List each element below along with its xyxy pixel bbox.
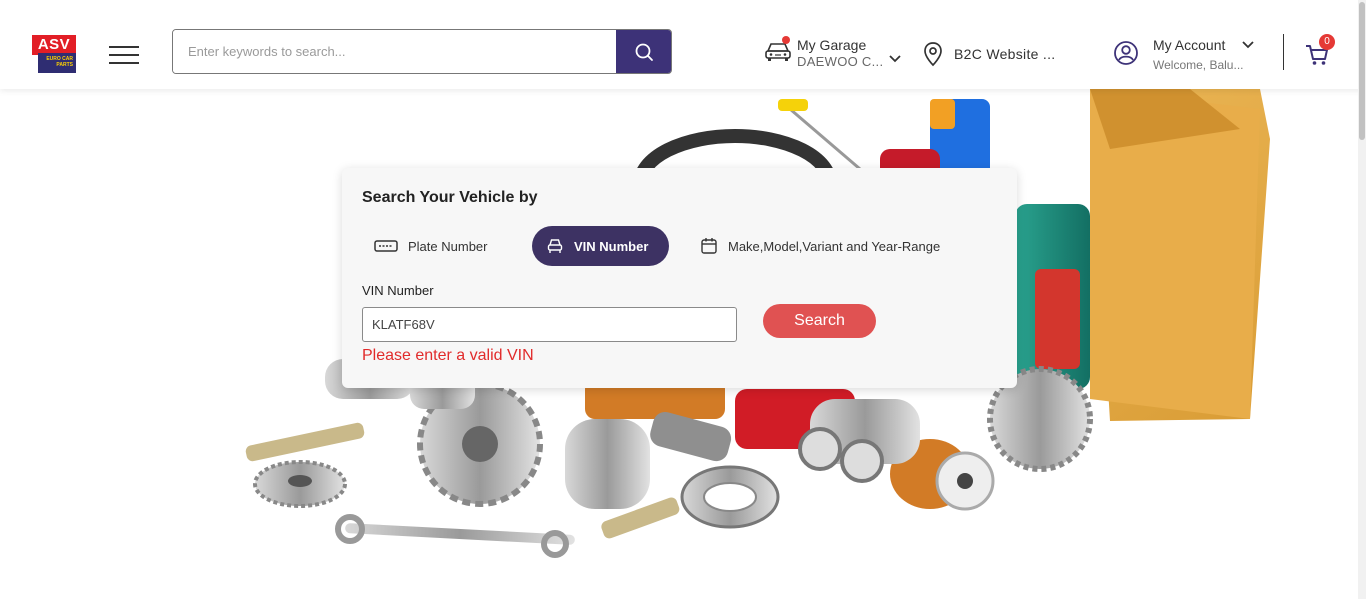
- vin-search-button[interactable]: Search: [763, 304, 876, 338]
- logo-tagline: EURO CAR PARTS: [38, 53, 76, 73]
- page-scrollbar[interactable]: [1358, 0, 1366, 599]
- my-account[interactable]: My Account Welcome, Balu...: [1113, 36, 1263, 76]
- cart-count-badge: 0: [1319, 34, 1335, 50]
- header-divider: [1283, 34, 1284, 70]
- vin-field-label: VIN Number: [362, 283, 434, 298]
- scrollbar-thumb[interactable]: [1359, 2, 1365, 140]
- account-title: My Account: [1153, 37, 1226, 53]
- vin-car-icon: [546, 237, 564, 255]
- tab-make-model[interactable]: Make,Model,Variant and Year-Range: [700, 226, 940, 266]
- tab-vin-label: VIN Number: [574, 238, 649, 254]
- tab-plate-number[interactable]: Plate Number: [374, 226, 487, 266]
- account-greeting: Welcome, Balu...: [1153, 58, 1244, 72]
- search-icon: [635, 43, 653, 61]
- garage-vehicle: DAEWOO C...: [797, 54, 884, 69]
- vehicle-search-card: Search Your Vehicle by Plate Number VIN …: [342, 168, 1017, 388]
- search-bar: [172, 29, 672, 74]
- chevron-down-icon: [889, 55, 901, 63]
- garage-title: My Garage: [797, 37, 867, 53]
- search-input[interactable]: [173, 30, 616, 73]
- license-plate-icon: [374, 240, 398, 252]
- tab-vin-number[interactable]: VIN Number: [532, 226, 669, 266]
- tab-make-label: Make,Model,Variant and Year-Range: [728, 238, 941, 254]
- logo-text: ASV: [32, 35, 76, 55]
- cart-button[interactable]: 0: [1304, 34, 1338, 68]
- location-selector[interactable]: B2C Website ...: [922, 40, 1072, 68]
- vin-error-message: Please enter a valid VIN: [362, 347, 534, 364]
- tab-plate-label: Plate Number: [408, 238, 488, 254]
- site-header: ASV EURO CAR PARTS My Garage DAEWOO C...: [0, 0, 1366, 89]
- menu-icon[interactable]: [109, 46, 139, 66]
- vehicle-search-title: Search Your Vehicle by: [362, 189, 538, 206]
- vin-input[interactable]: [362, 307, 737, 342]
- calendar-icon: [700, 237, 718, 255]
- location-pin-icon: [924, 42, 942, 67]
- notification-dot: [782, 36, 790, 44]
- user-icon: [1114, 41, 1138, 65]
- brand-logo[interactable]: ASV EURO CAR PARTS: [32, 35, 78, 75]
- my-garage[interactable]: My Garage DAEWOO C...: [764, 36, 914, 72]
- location-label: B2C Website ...: [954, 46, 1056, 62]
- chevron-down-icon: [1242, 41, 1254, 49]
- search-button[interactable]: [616, 30, 671, 73]
